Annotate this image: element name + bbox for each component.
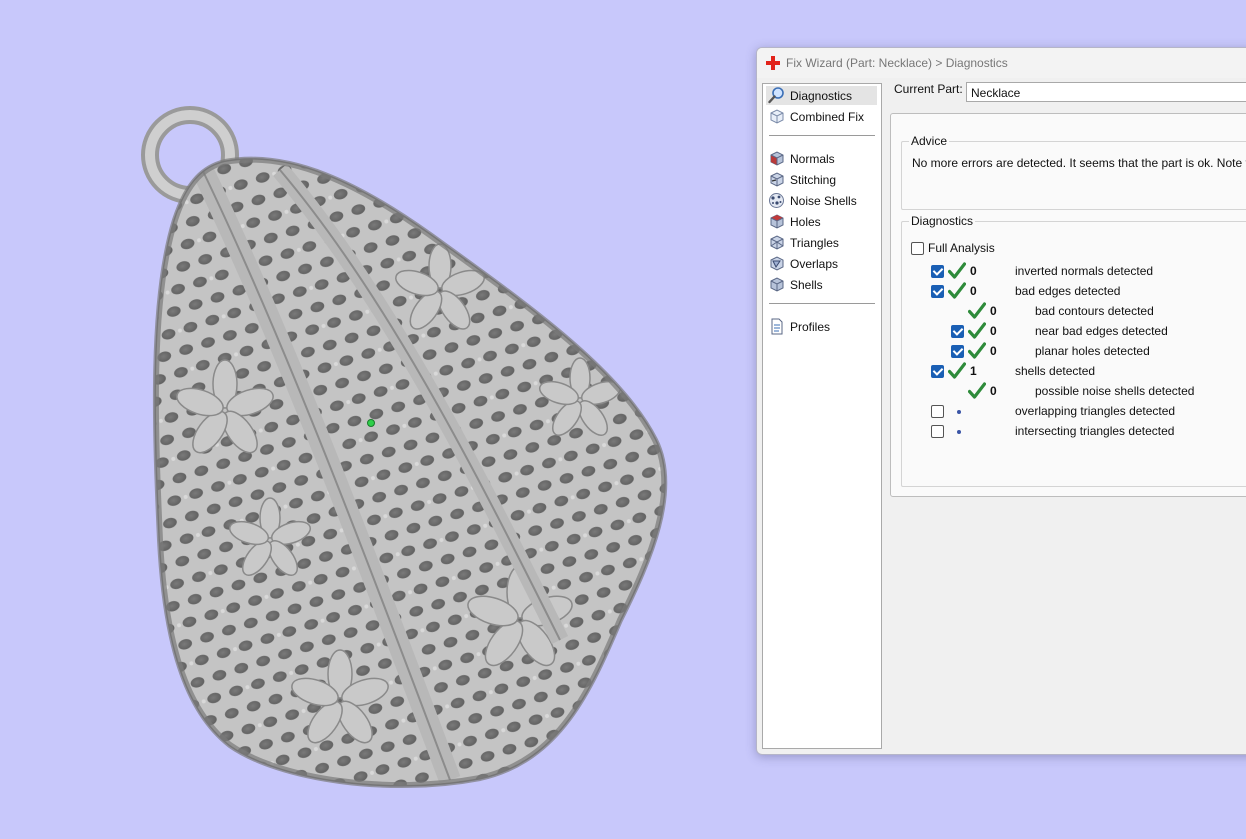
green-check-icon bbox=[968, 342, 986, 359]
diagnostic-label: overlapping triangles detected bbox=[1015, 404, 1176, 418]
nav-item-label: Shells bbox=[790, 277, 823, 292]
diagnostics-group: Diagnostics Full Analysis 0 inverted norm… bbox=[901, 214, 1246, 487]
noise-shells-icon bbox=[769, 193, 784, 208]
nav-item-normals[interactable]: Normals bbox=[766, 149, 877, 168]
full-analysis-label: Full Analysis bbox=[928, 241, 995, 255]
nav-item-label: Stitching bbox=[790, 172, 837, 187]
diagnostic-label: planar holes detected bbox=[1035, 344, 1150, 358]
diagnostic-count: 0 bbox=[970, 264, 977, 278]
green-check-icon bbox=[948, 262, 966, 279]
advice-title: Advice bbox=[909, 134, 950, 148]
pendant-body bbox=[152, 156, 668, 789]
advice-text: No more errors are detected. It seems th… bbox=[912, 156, 1246, 170]
diagnostic-count: 1 bbox=[970, 364, 977, 378]
pending-dot-icon bbox=[957, 410, 961, 414]
triangles-cube-icon bbox=[770, 235, 784, 250]
combined-fix-cube-icon bbox=[770, 109, 784, 124]
diagnostic-checkbox[interactable] bbox=[951, 345, 964, 358]
green-check-icon bbox=[968, 322, 986, 339]
diagnostic-checkbox[interactable] bbox=[931, 365, 944, 378]
diagnostic-label: intersecting triangles detected bbox=[1015, 424, 1175, 438]
3d-viewport[interactable] bbox=[0, 0, 760, 839]
diagnostic-label: near bad edges detected bbox=[1035, 324, 1168, 338]
normals-cube-icon bbox=[770, 151, 784, 166]
nav-item-triangles[interactable]: Triangles bbox=[766, 233, 877, 252]
green-check-icon bbox=[968, 302, 986, 319]
green-check-icon bbox=[948, 362, 966, 379]
holes-cube-icon bbox=[770, 214, 784, 229]
diagnostic-count: 0 bbox=[990, 344, 997, 358]
nav-item-label: Normals bbox=[790, 151, 835, 166]
stitching-cube-icon bbox=[770, 172, 784, 187]
full-analysis-checkbox[interactable] bbox=[911, 242, 924, 255]
diagnostic-checkbox[interactable] bbox=[931, 285, 944, 298]
nav-separator bbox=[769, 135, 875, 136]
nav-item-label: Holes bbox=[790, 214, 821, 229]
shells-cube-icon bbox=[770, 277, 784, 292]
diagnostics-panel: Advice No more errors are detected. It s… bbox=[890, 113, 1246, 497]
nav-item-combined-fix[interactable]: Combined Fix bbox=[766, 107, 877, 126]
advice-group: Advice No more errors are detected. It s… bbox=[901, 134, 1246, 210]
dialog-title: Fix Wizard (Part: Necklace) > Diagnostic… bbox=[786, 56, 1008, 70]
diagnostic-checkbox[interactable] bbox=[931, 265, 944, 278]
green-check-icon bbox=[948, 282, 966, 299]
diagnostic-count: 0 bbox=[990, 324, 997, 338]
diagnostic-label: bad contours detected bbox=[1035, 304, 1154, 318]
green-check-icon bbox=[968, 382, 986, 399]
overlaps-cube-icon bbox=[770, 256, 784, 271]
nav-item-label: Triangles bbox=[790, 235, 839, 250]
nav-separator bbox=[769, 303, 875, 304]
profiles-document-icon bbox=[771, 318, 783, 335]
pending-dot-icon bbox=[957, 430, 961, 434]
magnifier-icon bbox=[768, 87, 784, 104]
diagnostic-label: inverted normals detected bbox=[1015, 264, 1154, 278]
nav-item-label: Profiles bbox=[790, 319, 831, 334]
nav-item-label: Diagnostics bbox=[790, 88, 853, 103]
fix-wizard-dialog: Fix Wizard (Part: Necklace) > Diagnostic… bbox=[756, 47, 1246, 755]
nav-item-label: Noise Shells bbox=[790, 193, 857, 208]
necklace-pendant-model[interactable] bbox=[0, 0, 760, 839]
diagnostic-checkbox[interactable] bbox=[951, 325, 964, 338]
red-cross-app-icon bbox=[766, 56, 780, 70]
nav-item-label: Combined Fix bbox=[790, 109, 865, 124]
diagnostic-count: 0 bbox=[970, 284, 977, 298]
current-part-label: Current Part: bbox=[894, 82, 963, 96]
nav-item-label: Overlaps bbox=[790, 256, 839, 271]
nav-item-noise-shells[interactable]: Noise Shells bbox=[766, 191, 877, 210]
rotation-pivot-marker bbox=[367, 419, 375, 427]
current-part-field[interactable]: Necklace bbox=[966, 82, 1246, 102]
diagnostic-label: shells detected bbox=[1015, 364, 1096, 378]
dialog-titlebar[interactable]: Fix Wizard (Part: Necklace) > Diagnostic… bbox=[757, 48, 1246, 78]
diagnostic-label: bad edges detected bbox=[1015, 284, 1121, 298]
diagnostic-checkbox[interactable] bbox=[931, 405, 944, 418]
nav-item-overlaps[interactable]: Overlaps bbox=[766, 254, 877, 273]
diagnostics-title: Diagnostics bbox=[909, 214, 976, 228]
wizard-nav-list: Diagnostics Combined Fix Normals Stitchi… bbox=[762, 83, 882, 749]
nav-item-diagnostics[interactable]: Diagnostics bbox=[766, 86, 877, 105]
nav-item-stitching[interactable]: Stitching bbox=[766, 170, 877, 189]
diagnostic-count: 0 bbox=[990, 304, 997, 318]
nav-item-shells[interactable]: Shells bbox=[766, 275, 877, 294]
nav-item-profiles[interactable]: Profiles bbox=[766, 317, 877, 336]
nav-item-holes[interactable]: Holes bbox=[766, 212, 877, 231]
diagnostic-checkbox[interactable] bbox=[931, 425, 944, 438]
diagnostic-count: 0 bbox=[990, 384, 997, 398]
diagnostic-label: possible noise shells detected bbox=[1035, 384, 1195, 398]
